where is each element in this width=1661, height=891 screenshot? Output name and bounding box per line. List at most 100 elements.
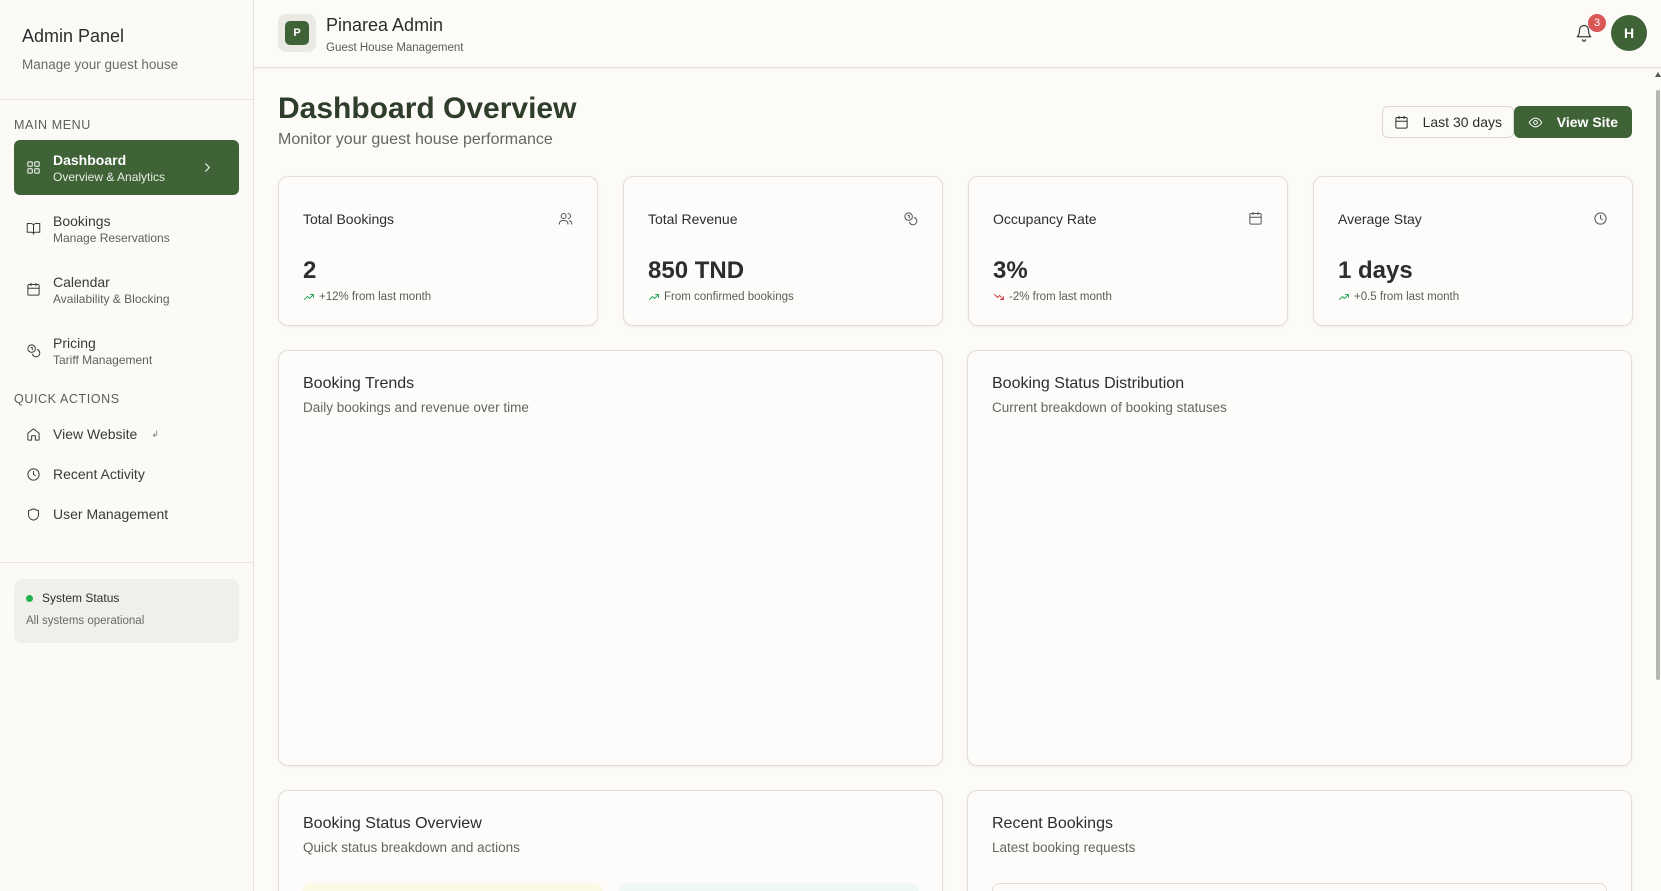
- page-subtitle: Monitor your guest house performance: [278, 131, 553, 148]
- logo-container: P: [278, 14, 316, 52]
- sidebar: Admin Panel Manage your guest house MAIN…: [0, 0, 254, 891]
- quick-action-label: View Website: [53, 426, 138, 442]
- coins-icon: [26, 343, 53, 358]
- sidebar-item-desc: Manage Reservations: [53, 230, 170, 245]
- view-site-button[interactable]: View Site: [1513, 106, 1632, 138]
- calendar-icon: [26, 282, 53, 297]
- recent-booking-item[interactable]: [992, 883, 1607, 891]
- sidebar-subtitle: Manage your guest house: [22, 57, 179, 72]
- trending-up-icon: [648, 291, 664, 303]
- booking-trends-panel: Booking Trends Daily bookings and revenu…: [278, 350, 943, 766]
- quick-action-label: User Management: [53, 506, 169, 522]
- panel-title: Booking Trends: [303, 375, 415, 392]
- users-icon: [558, 211, 573, 226]
- book-open-icon: [26, 221, 53, 236]
- scroll-up-arrow[interactable]: [1655, 72, 1661, 77]
- calendar-icon: [1248, 211, 1263, 226]
- sidebar-header: Admin Panel Manage your guest house: [0, 0, 253, 100]
- system-status-card: System Status All systems operational: [14, 579, 239, 643]
- recent-bookings-panel: Recent Bookings Latest booking requests: [967, 790, 1632, 891]
- brand-subtitle: Guest House Management: [326, 42, 464, 54]
- sidebar-item-label: Calendar: [53, 273, 110, 290]
- status-dot: [26, 594, 33, 602]
- main-menu-label: MAIN MENU: [14, 118, 91, 132]
- stat-card-average-stay: Average Stay 1 days +0.5 from last month: [1313, 176, 1633, 326]
- shield-icon: [26, 507, 53, 522]
- stat-trend-text: -2% from last month: [1009, 291, 1112, 303]
- notification-badge: 3: [1588, 14, 1606, 32]
- sidebar-item-desc: Tariff Management: [53, 352, 153, 367]
- status-tile-pending[interactable]: [303, 883, 603, 891]
- booking-status-distribution-panel: Booking Status Distribution Current brea…: [967, 350, 1632, 766]
- external-link-icon: ↲: [151, 428, 159, 439]
- eye-icon: [1528, 115, 1557, 130]
- dashboard-grid-icon: [26, 160, 53, 175]
- quick-action-recent-activity[interactable]: Recent Activity: [14, 454, 239, 494]
- sidebar-item-label: Pricing: [53, 334, 96, 351]
- trending-up-icon: [303, 291, 319, 303]
- stat-trend-text: +0.5 from last month: [1354, 291, 1460, 303]
- chevron-right-icon: [200, 160, 227, 175]
- stat-label: Occupancy Rate: [993, 211, 1097, 227]
- brand-title: Pinarea Admin: [326, 15, 444, 35]
- stat-label: Average Stay: [1338, 211, 1422, 227]
- stat-value: 3%: [993, 257, 1028, 284]
- sidebar-item-bookings[interactable]: Bookings Manage Reservations: [14, 201, 239, 256]
- stat-label: Total Bookings: [303, 211, 395, 227]
- stat-value: 850 TND: [648, 257, 745, 284]
- sidebar-item-label: Dashboard: [53, 151, 127, 168]
- panel-title: Recent Bookings: [992, 815, 1113, 832]
- stat-trend: From confirmed bookings: [648, 291, 794, 303]
- stat-trend-text: +12% from last month: [319, 291, 432, 303]
- home-icon: [26, 427, 53, 442]
- scrollbar[interactable]: [1655, 68, 1661, 680]
- stat-value: 2: [303, 257, 317, 284]
- stat-label: Total Revenue: [648, 211, 738, 227]
- panel-subtitle: Current breakdown of booking statuses: [992, 400, 1227, 415]
- stat-card-occupancy-rate: Occupancy Rate 3% -2% from last month: [968, 176, 1288, 326]
- sidebar-item-desc: Availability & Blocking: [53, 291, 170, 306]
- date-range-label: Last 30 days: [1422, 114, 1502, 130]
- system-status-message: All systems operational: [26, 615, 145, 627]
- sidebar-item-desc: Overview & Analytics: [53, 169, 166, 184]
- sidebar-item-dashboard[interactable]: Dashboard Overview & Analytics: [14, 140, 239, 195]
- stat-trend: -2% from last month: [993, 291, 1112, 303]
- brand-logo: P: [285, 21, 309, 45]
- trending-up-icon: [1338, 291, 1354, 303]
- clock-icon: [26, 467, 53, 482]
- panel-title: Booking Status Distribution: [992, 375, 1185, 392]
- sidebar-title: Admin Panel: [22, 26, 125, 46]
- sidebar-item-calendar[interactable]: Calendar Availability & Blocking: [14, 262, 239, 317]
- coins-icon: [903, 211, 918, 226]
- stat-trend-text: From confirmed bookings: [664, 291, 794, 303]
- stat-card-total-revenue: Total Revenue 850 TND From confirmed boo…: [623, 176, 943, 326]
- quick-action-label: Recent Activity: [53, 466, 145, 482]
- panel-subtitle: Latest booking requests: [992, 840, 1136, 855]
- trending-down-icon: [993, 291, 1009, 303]
- panel-subtitle: Daily bookings and revenue over time: [303, 400, 529, 415]
- top-bar: P Pinarea Admin Guest House Management 3…: [254, 0, 1661, 68]
- brand: P Pinarea Admin Guest House Management: [278, 14, 463, 54]
- quick-actions-label: QUICK ACTIONS: [14, 392, 120, 406]
- quick-action-user-management[interactable]: User Management: [14, 494, 239, 534]
- sidebar-divider: [0, 562, 253, 563]
- stat-value: 1 days: [1338, 257, 1413, 284]
- panel-title: Booking Status Overview: [303, 815, 482, 832]
- quick-action-view-website[interactable]: View Website ↲: [14, 414, 239, 454]
- user-avatar[interactable]: H: [1611, 15, 1647, 51]
- stat-trend: +0.5 from last month: [1338, 291, 1459, 303]
- stat-card-total-bookings: Total Bookings 2 +12% from last month: [278, 176, 598, 326]
- calendar-icon: [1394, 115, 1423, 130]
- date-range-button[interactable]: Last 30 days: [1381, 106, 1514, 138]
- status-tile-confirmed[interactable]: [619, 883, 919, 891]
- main-content: Dashboard Overview Monitor your guest ho…: [254, 68, 1661, 891]
- clock-icon: [1593, 211, 1608, 226]
- panel-subtitle: Quick status breakdown and actions: [303, 840, 520, 855]
- booking-status-overview-panel: Booking Status Overview Quick status bre…: [278, 790, 943, 891]
- scroll-thumb[interactable]: [1656, 90, 1660, 680]
- view-site-label: View Site: [1556, 114, 1618, 130]
- system-status-label: System Status: [42, 591, 120, 605]
- page-title: Dashboard Overview: [278, 92, 577, 125]
- sidebar-item-pricing[interactable]: Pricing Tariff Management: [14, 323, 239, 378]
- sidebar-item-label: Bookings: [53, 212, 111, 229]
